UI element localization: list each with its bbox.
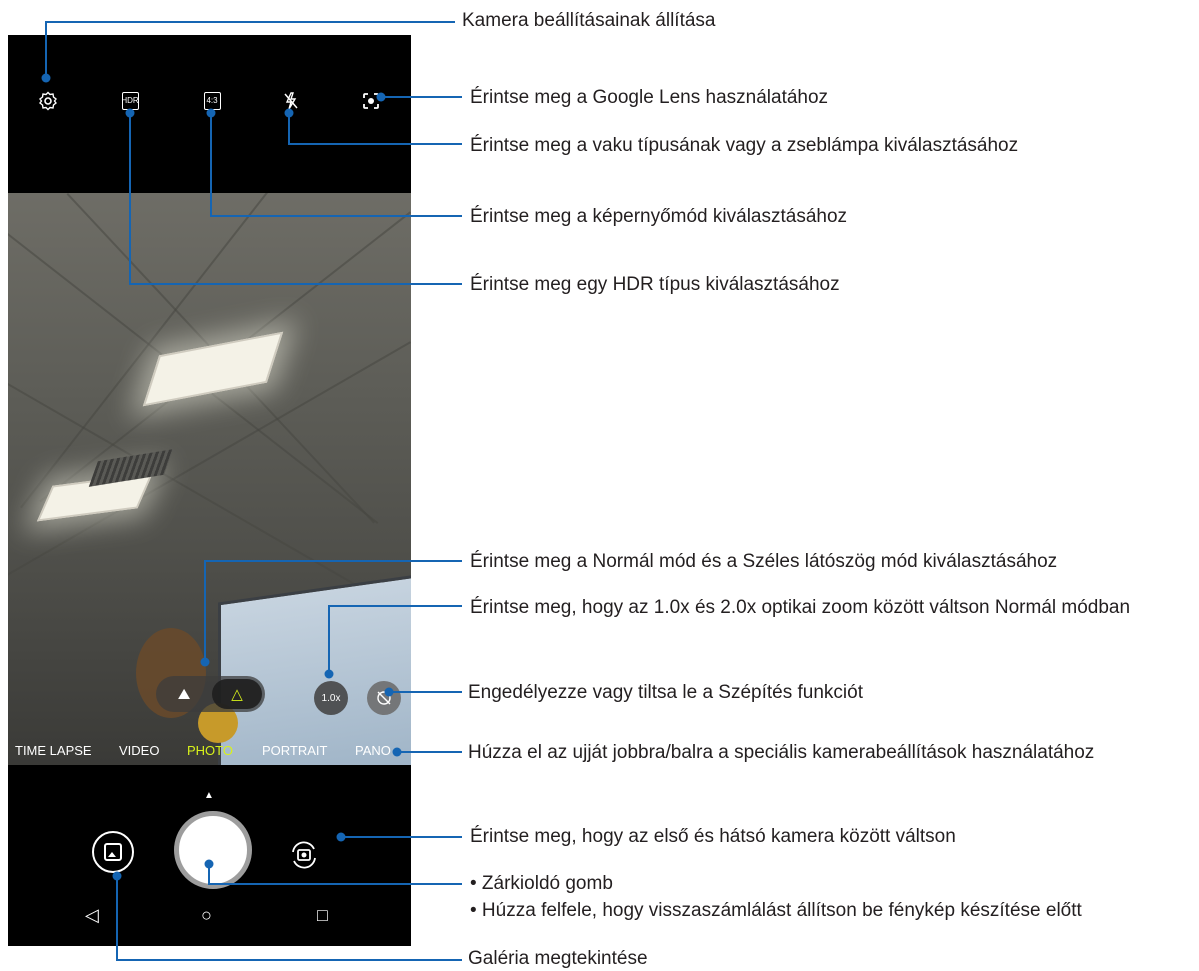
callout-zoom: Érintse meg, hogy az 1.0x és 2.0x optika…	[470, 597, 1131, 618]
callout-google-lens: Érintse meg a Google Lens használatához	[470, 87, 829, 108]
callout-beauty: Engedélyezze vagy tiltsa le a Szépítés f…	[468, 682, 864, 703]
callout-lens-mode: Érintse meg a Normál mód és a Széles lát…	[470, 551, 1058, 572]
callout-shutter-2: • Húzza felfele, hogy visszaszámlálást á…	[470, 900, 1082, 921]
callout-hdr: Érintse meg egy HDR típus kiválasztásáho…	[470, 274, 840, 295]
callout-screen-mode: Érintse meg a képernyőmód kiválasztásáho…	[470, 206, 848, 227]
callout-shutter-1: • Zárkioldó gomb	[470, 873, 613, 894]
callout-gallery: Galéria megtekintése	[468, 948, 648, 969]
callout-switch-camera: Érintse meg, hogy az első és hátsó kamer…	[470, 826, 956, 847]
callout-modes: Húzza el az ujját jobbra/balra a speciál…	[468, 742, 1095, 763]
callout-settings: Kamera beállításainak állítása	[462, 10, 716, 31]
callout-flash: Érintse meg a vaku típusának vagy a zseb…	[470, 135, 1019, 156]
